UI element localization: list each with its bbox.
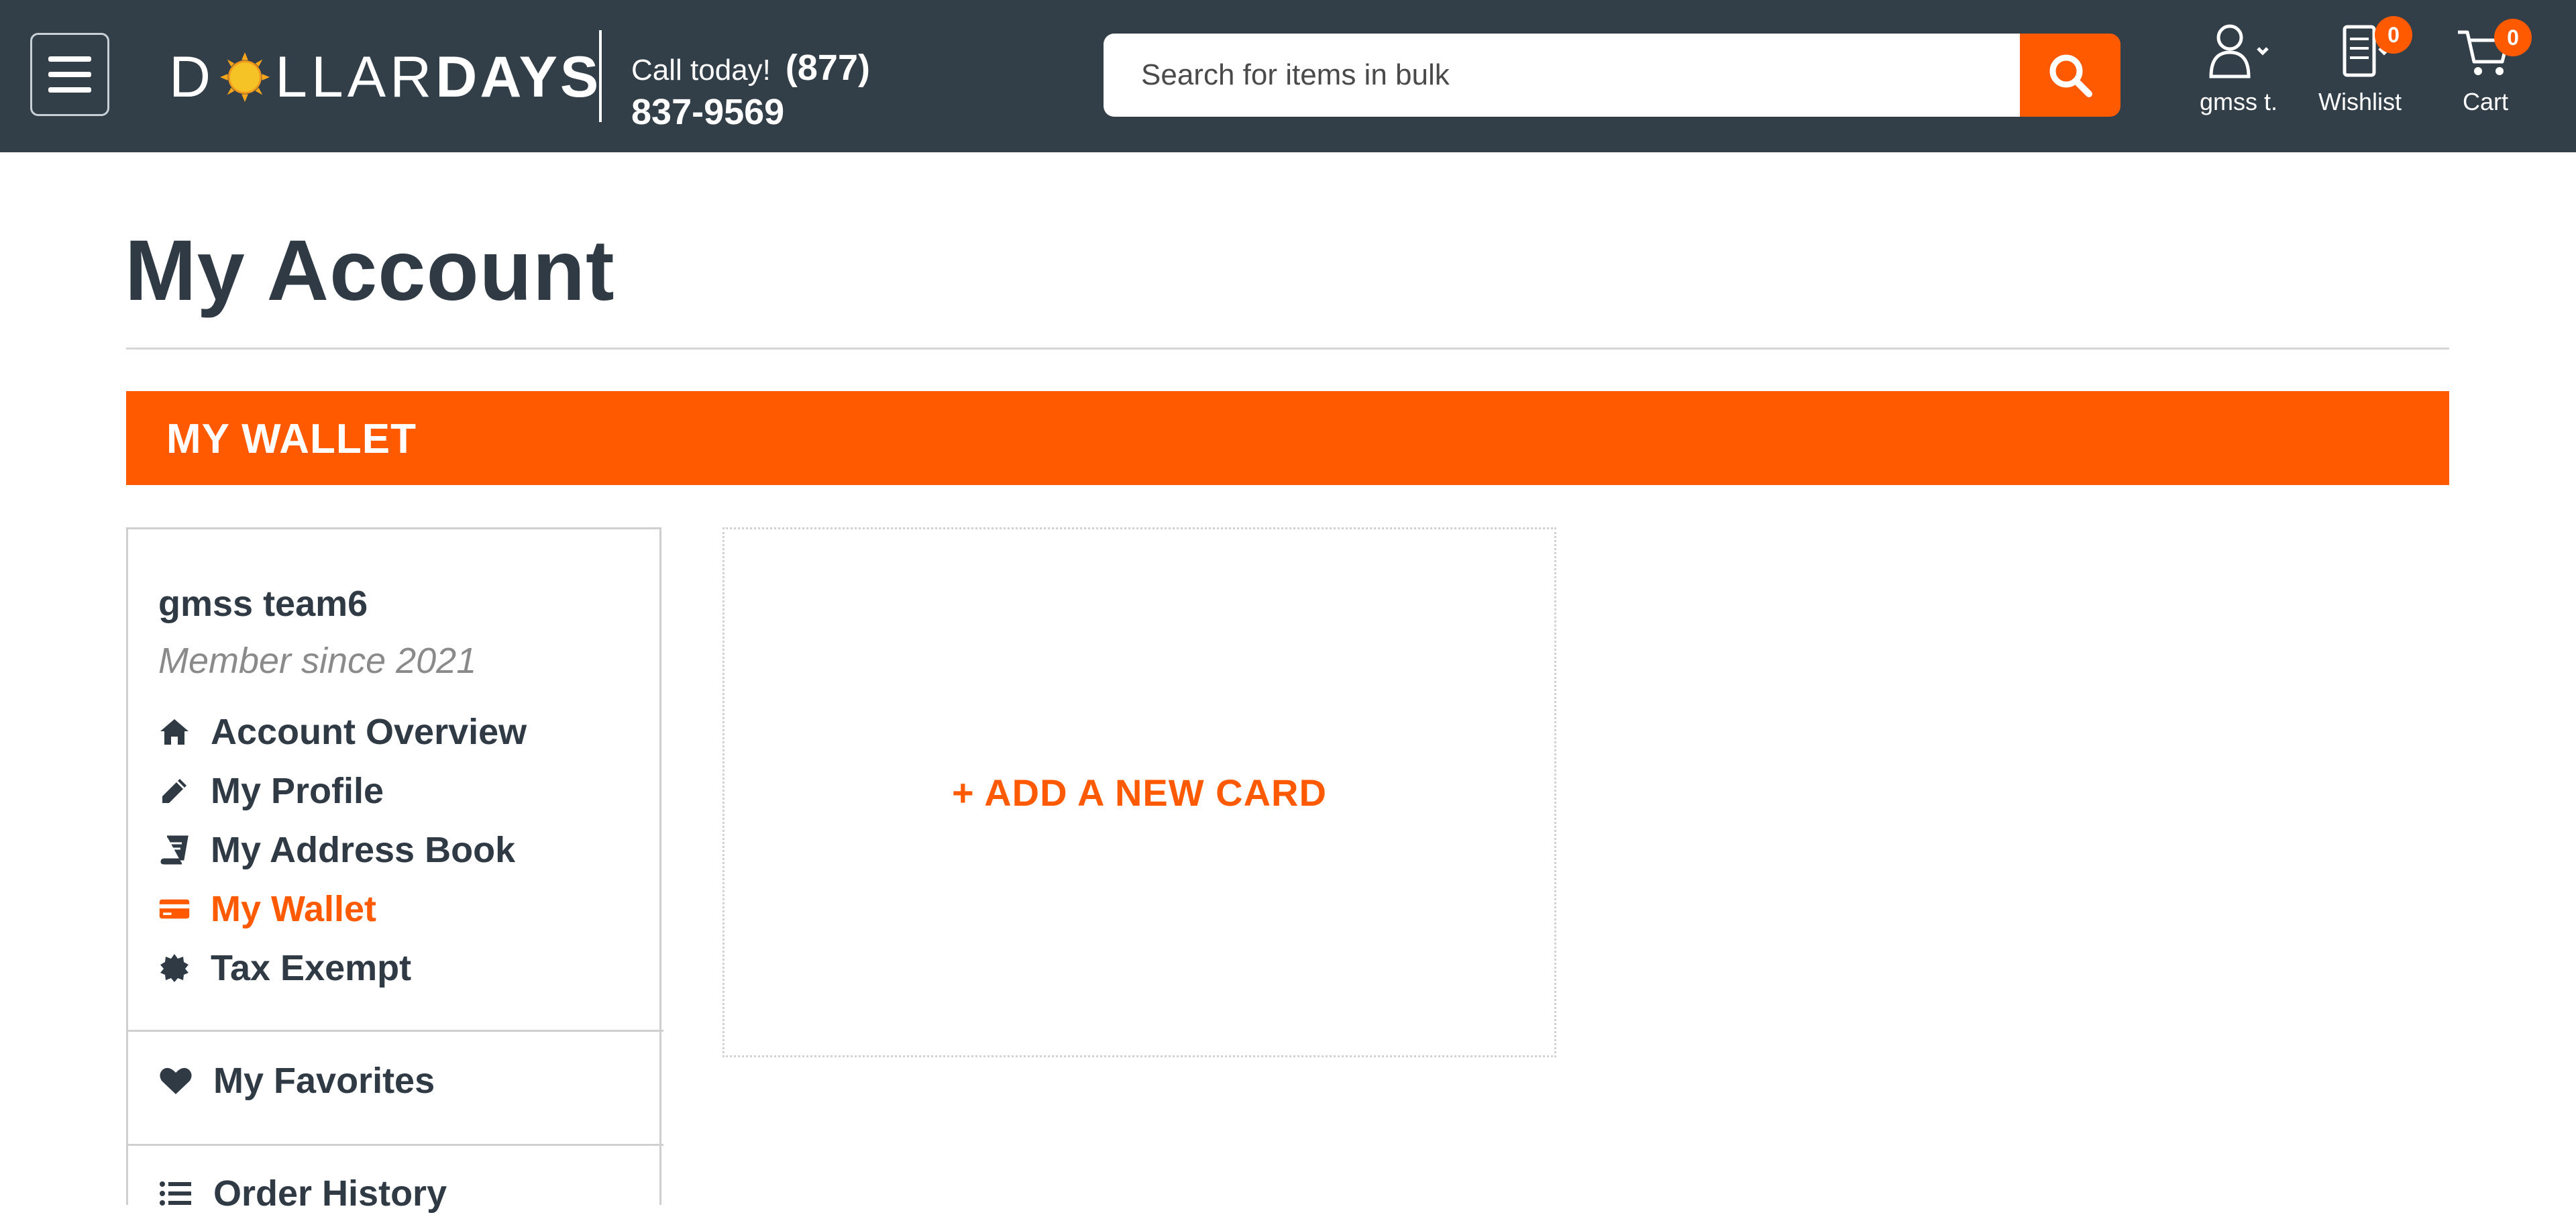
cart-count-badge: 0 xyxy=(2494,19,2532,56)
sidebar-nav: Account Overview My Profile My Address B… xyxy=(158,702,527,998)
phone-area-code[interactable]: (877) xyxy=(786,47,870,89)
sidebar-item-order-history[interactable]: Order History xyxy=(158,1164,447,1223)
sidebar-item-label: My Profile xyxy=(211,771,384,811)
sun-icon xyxy=(220,52,270,103)
sidebar-divider xyxy=(128,1030,663,1032)
logo-text-llar: LLAR xyxy=(275,45,436,109)
sidebar-item-my-profile[interactable]: My Profile xyxy=(158,761,527,820)
section-title: MY WALLET xyxy=(166,416,417,462)
sidebar-member-since: Member since 2021 xyxy=(158,641,477,681)
hamburger-menu-button[interactable] xyxy=(30,33,109,116)
hamburger-icon-line xyxy=(48,72,91,77)
hamburger-icon-line xyxy=(48,87,91,93)
wishlist-count-badge: 0 xyxy=(2375,16,2412,54)
account-sidebar: gmss team6 Member since 2021 Account Ove… xyxy=(126,527,663,1214)
call-info: Call today! (877) 837-9569 xyxy=(631,47,870,133)
call-label: Call today! xyxy=(631,54,771,87)
sidebar-item-label: Account Overview xyxy=(211,712,527,752)
home-icon xyxy=(158,716,191,748)
cart-link[interactable]: 0 Cart xyxy=(2428,19,2542,116)
section-header-bar: MY WALLET xyxy=(126,391,2449,485)
search-input[interactable] xyxy=(1104,34,2020,117)
sidebar-item-my-wallet[interactable]: My Wallet xyxy=(158,880,527,939)
sidebar-item-label: Order History xyxy=(213,1173,447,1214)
pencil-icon xyxy=(158,775,191,807)
user-label: gmss t. xyxy=(2199,88,2277,115)
sidebar-item-tax-exempt[interactable]: Tax Exempt xyxy=(158,939,527,998)
sidebar-divider xyxy=(128,1144,663,1146)
logo-text-d: D xyxy=(169,45,215,109)
heart-icon xyxy=(158,1063,193,1098)
sidebar-item-label: My Address Book xyxy=(211,830,516,870)
title-divider xyxy=(126,348,2449,350)
hamburger-icon-line xyxy=(48,56,91,62)
user-account-menu[interactable]: gmss t. xyxy=(2188,20,2289,116)
dollardays-logo[interactable]: D LLAR DAYS xyxy=(169,47,601,107)
sidebar-item-address-book[interactable]: My Address Book xyxy=(158,820,527,880)
logo-text-days: DAYS xyxy=(435,45,602,109)
search-bar xyxy=(1104,34,2121,117)
search-icon xyxy=(2049,54,2092,97)
cart-label: Cart xyxy=(2462,88,2508,115)
header-divider xyxy=(599,30,602,122)
wishlist-label: Wishlist xyxy=(2318,88,2402,115)
wishlist-link[interactable]: 0 Wishlist xyxy=(2306,16,2414,116)
page-title: My Account xyxy=(125,223,615,319)
sidebar-item-label: My Favorites xyxy=(213,1061,435,1101)
sidebar-user-name: gmss team6 xyxy=(158,584,368,624)
book-icon xyxy=(158,834,191,866)
search-button[interactable] xyxy=(2020,34,2121,117)
top-header: D LLAR DAYS Call today! (877) 837-9569 S… xyxy=(0,0,2576,152)
add-new-card-button[interactable]: + ADD A NEW CARD xyxy=(722,527,1556,1057)
sidebar-item-account-overview[interactable]: Account Overview xyxy=(158,702,527,761)
list-icon xyxy=(158,1176,193,1211)
phone-number[interactable]: 837-9569 xyxy=(631,91,870,133)
badge-icon xyxy=(158,952,191,984)
sidebar-item-my-favorites[interactable]: My Favorites xyxy=(158,1051,435,1110)
sidebar-item-label: My Wallet xyxy=(211,889,377,929)
user-icon xyxy=(2209,24,2269,78)
credit-card-icon xyxy=(158,893,191,925)
sidebar-item-label: Tax Exempt xyxy=(211,948,412,988)
add-new-card-label: + ADD A NEW CARD xyxy=(952,771,1327,814)
